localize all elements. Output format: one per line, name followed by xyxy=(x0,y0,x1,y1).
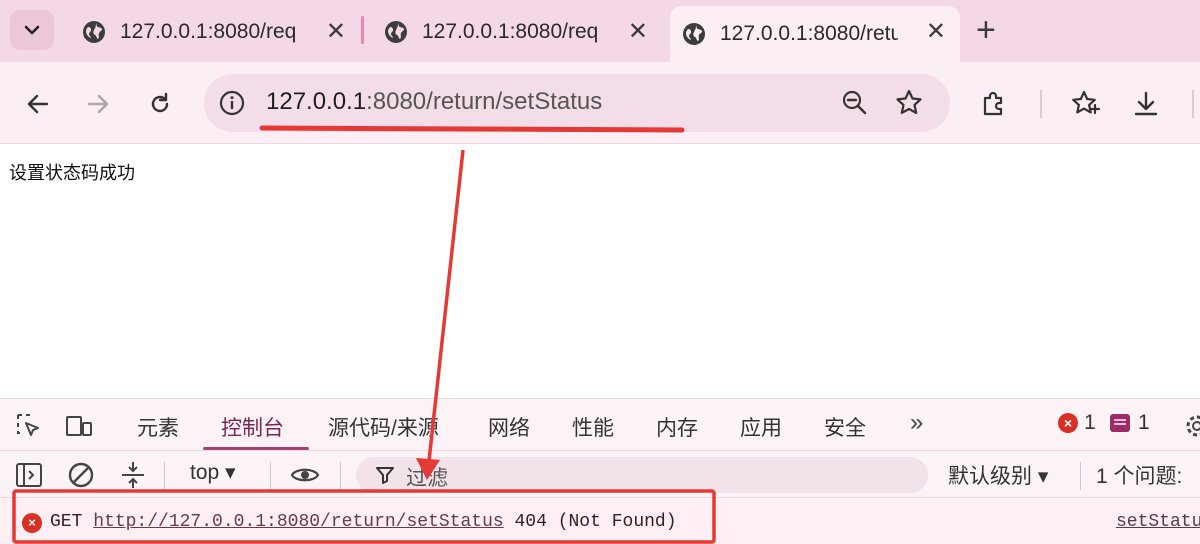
devtools-panel: 元素 控制台 源代码/来源 网络 性能 内存 应用 安全 » × 1 1 top… xyxy=(0,398,1200,544)
globe-icon xyxy=(683,23,705,45)
console-message: GET http://127.0.0.1:8080/return/setStat… xyxy=(50,512,677,532)
error-count-badge[interactable]: × 1 xyxy=(1058,411,1096,435)
filter-placeholder: 过滤 xyxy=(406,467,448,490)
toolbar-separator xyxy=(164,462,165,490)
navigation-toolbar: 127.0.0.1:8080/return/setStatus xyxy=(0,62,1200,144)
toolbar-divider xyxy=(1040,90,1042,118)
forward-button[interactable] xyxy=(80,86,116,122)
console-filter-input[interactable]: 过滤 xyxy=(356,457,928,493)
device-toolbar-icon[interactable] xyxy=(64,411,94,441)
globe-icon xyxy=(385,21,407,43)
arrow-left-icon xyxy=(27,94,49,114)
zoom-out-icon[interactable] xyxy=(840,88,870,118)
sidebar-toggle-icon[interactable] xyxy=(14,460,44,490)
live-expression-eye-icon[interactable] xyxy=(290,460,320,490)
tab-separator xyxy=(361,16,364,44)
inspect-element-icon[interactable] xyxy=(14,411,44,441)
request-method: GET xyxy=(50,512,83,532)
tab-title: 127.0.0.1:8080/req xyxy=(422,20,599,43)
source-link[interactable]: setStatu xyxy=(1116,512,1200,532)
downloads-button[interactable] xyxy=(1128,86,1164,122)
clear-console-icon[interactable] xyxy=(66,460,96,490)
devtools-tab-console[interactable]: 控制台 xyxy=(221,412,284,442)
arrow-right-icon xyxy=(87,94,109,114)
tab-search-button[interactable] xyxy=(10,10,54,50)
error-icon: × xyxy=(1058,413,1078,433)
bookmark-star-icon[interactable] xyxy=(894,88,924,118)
download-icon xyxy=(1134,91,1158,116)
context-selector[interactable]: top ▾ xyxy=(190,460,236,485)
message-count-badge[interactable]: 1 xyxy=(1110,411,1150,435)
page-content: 设置状态码成功 xyxy=(0,145,1200,398)
close-tab-icon[interactable]: ✕ xyxy=(926,19,946,45)
request-url-link[interactable]: http://127.0.0.1:8080/return/setStatus xyxy=(93,512,503,532)
message-icon xyxy=(1110,414,1130,432)
error-icon: × xyxy=(22,513,42,533)
devtools-tab-network[interactable]: 网络 xyxy=(488,412,530,442)
console-toolbar: top ▾ 过滤 默认级别 ▾ 1 个问题: xyxy=(0,452,1200,498)
response-status: 404 (Not Found) xyxy=(514,512,677,532)
browser-tab-1[interactable]: 127.0.0.1:8080/req ✕ xyxy=(70,10,360,54)
message-count: 1 xyxy=(1138,411,1150,434)
tab-strip: 127.0.0.1:8080/req ✕ 127.0.0.1:8080/req … xyxy=(0,0,1200,62)
active-tab-indicator xyxy=(203,447,309,450)
error-count: 1 xyxy=(1084,411,1096,434)
new-tab-button[interactable]: + xyxy=(976,12,996,48)
favorites-button[interactable] xyxy=(1068,86,1104,122)
browser-tab-2[interactable]: 127.0.0.1:8080/req ✕ xyxy=(372,10,662,54)
extensions-button[interactable] xyxy=(976,86,1012,122)
address-bar[interactable]: 127.0.0.1:8080/return/setStatus xyxy=(204,74,950,132)
devtools-tab-elements[interactable]: 元素 xyxy=(137,412,179,442)
tab-title: 127.0.0.1:8080/req xyxy=(120,20,297,43)
info-icon[interactable] xyxy=(218,89,246,117)
devtools-tab-sources[interactable]: 源代码/来源 xyxy=(328,412,439,442)
devtools-tab-bar: 元素 控制台 源代码/来源 网络 性能 内存 应用 安全 » × 1 1 xyxy=(0,399,1200,451)
filter-icon xyxy=(376,467,394,484)
devtools-tab-security[interactable]: 安全 xyxy=(824,412,866,442)
favorites-star-icon xyxy=(1072,90,1101,115)
globe-icon xyxy=(83,21,105,43)
issues-counter[interactable]: 1 个问题: xyxy=(1096,460,1182,490)
close-tab-icon[interactable]: ✕ xyxy=(326,19,346,45)
page-body-text: 设置状态码成功 xyxy=(9,163,135,183)
collapse-icon[interactable] xyxy=(118,460,148,490)
devtools-tab-memory[interactable]: 内存 xyxy=(656,412,698,442)
url-path: :8080/return/setStatus xyxy=(366,88,603,115)
devtools-tab-performance[interactable]: 性能 xyxy=(572,412,614,442)
log-levels-dropdown[interactable]: 默认级别 ▾ xyxy=(948,460,1048,490)
url-text[interactable]: 127.0.0.1:8080/return/setStatus xyxy=(266,88,602,116)
url-host: 127.0.0.1 xyxy=(266,88,367,115)
settings-gear-icon[interactable] xyxy=(1182,411,1200,441)
reload-icon xyxy=(151,92,169,113)
browser-tab-3-active[interactable]: 127.0.0.1:8080/retu ✕ xyxy=(670,6,960,62)
toolbar-divider xyxy=(1192,90,1194,118)
reload-button[interactable] xyxy=(142,86,178,122)
toolbar-separator xyxy=(340,462,341,490)
toolbar-separator xyxy=(270,462,271,490)
back-button[interactable] xyxy=(20,86,56,122)
chevron-down-icon xyxy=(24,25,40,35)
browser-window: 127.0.0.1:8080/req ✕ 127.0.0.1:8080/req … xyxy=(0,0,1200,544)
toolbar-separator xyxy=(1080,462,1081,490)
tab-title: 127.0.0.1:8080/retu xyxy=(720,22,898,45)
more-tabs-button[interactable]: » xyxy=(910,409,923,437)
close-tab-icon[interactable]: ✕ xyxy=(628,19,648,45)
devtools-tab-application[interactable]: 应用 xyxy=(740,412,782,442)
puzzle-icon xyxy=(983,91,1003,116)
console-error-row[interactable]: × GET http://127.0.0.1:8080/return/setSt… xyxy=(0,499,1200,544)
